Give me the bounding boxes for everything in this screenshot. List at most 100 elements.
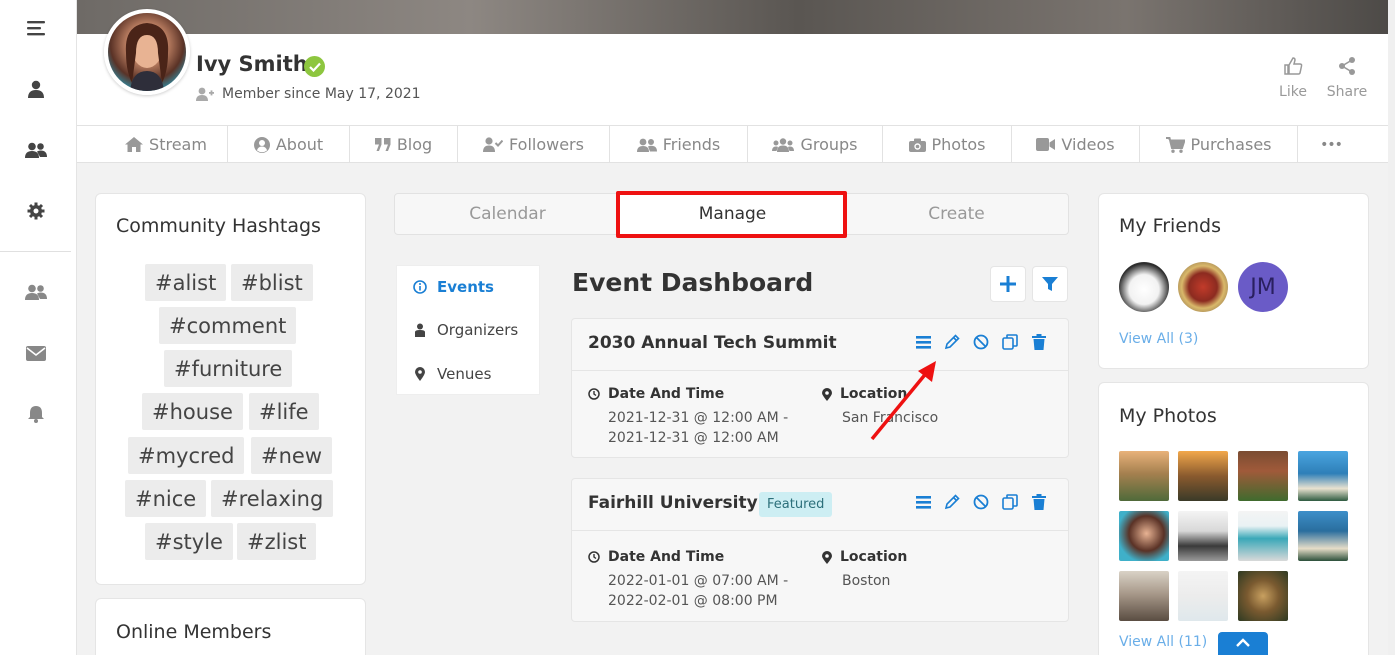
hashtag-zlist[interactable]: #zlist — [237, 523, 317, 560]
scroll-to-top-button[interactable] — [1218, 632, 1268, 655]
hamburger-menu-icon[interactable] — [24, 16, 48, 40]
share-icon — [1339, 57, 1355, 75]
rail-divider — [0, 251, 71, 252]
photo-thumbnail[interactable] — [1119, 571, 1169, 621]
photo-thumbnail[interactable] — [1119, 511, 1169, 561]
event-date-start: 2022-01-01 @ 07:00 AM - — [608, 573, 789, 589]
verified-badge-icon — [304, 56, 325, 77]
hashtag-life[interactable]: #life — [249, 393, 319, 430]
tab-groups[interactable]: Groups — [748, 126, 883, 163]
event-card: 2030 Annual Tech Summit Date And Time 20… — [571, 318, 1069, 458]
hashtag-furniture[interactable]: #furniture — [164, 350, 293, 387]
user-plus-icon — [196, 87, 214, 101]
event-title[interactable]: 2030 Annual Tech Summit — [588, 333, 837, 353]
tab-photos[interactable]: Photos — [883, 126, 1012, 163]
hashtag-style[interactable]: #style — [145, 523, 233, 560]
tab-friends-label: Friends — [662, 135, 721, 154]
cancel-icon[interactable] — [972, 333, 990, 351]
event-date-block: Date And Time 2022-01-01 @ 07:00 AM - 20… — [588, 549, 788, 611]
hashtag-alist[interactable]: #alist — [145, 264, 227, 301]
friend-avatar[interactable] — [1119, 262, 1169, 312]
cart-icon — [1165, 136, 1185, 153]
bell-icon[interactable] — [24, 402, 48, 426]
list-icon[interactable] — [914, 493, 932, 511]
photo-thumbnail[interactable] — [1238, 571, 1288, 621]
hashtag-relaxing[interactable]: #relaxing — [211, 480, 334, 517]
trash-icon[interactable] — [1030, 333, 1048, 351]
copy-icon[interactable] — [1001, 493, 1019, 511]
quote-icon — [374, 138, 391, 151]
tab-create[interactable]: Create — [845, 194, 1068, 234]
hashtag-mycred[interactable]: #mycred — [128, 437, 245, 474]
user-check-icon — [483, 137, 504, 152]
tab-videos[interactable]: Videos — [1012, 126, 1140, 163]
friend-avatar-initials[interactable]: JM — [1238, 262, 1288, 312]
photos-view-all-link[interactable]: View All (11) — [1119, 634, 1207, 650]
featured-badge: Featured — [759, 492, 833, 517]
tab-groups-label: Groups — [800, 135, 858, 154]
highlight-annotation-box — [616, 191, 847, 238]
profile-avatar[interactable] — [104, 9, 190, 95]
more-icon: ••• — [1320, 136, 1343, 153]
photo-thumbnail[interactable] — [1119, 451, 1169, 501]
friends-icon — [636, 138, 657, 152]
tab-followers[interactable]: Followers — [458, 126, 610, 163]
tab-calendar[interactable]: Calendar — [395, 194, 620, 234]
event-title[interactable]: Fairhill University — [588, 493, 758, 513]
photo-thumbnail[interactable] — [1178, 511, 1228, 561]
tab-friends[interactable]: Friends — [610, 126, 748, 163]
envelope-icon[interactable] — [24, 341, 48, 365]
like-button[interactable]: Like — [1268, 54, 1318, 100]
menu-events[interactable]: Events — [413, 278, 494, 296]
location-pin-icon — [822, 550, 832, 564]
user-icon[interactable] — [24, 77, 48, 101]
members-icon[interactable] — [24, 280, 48, 304]
profile-tabs: Stream About Blog Followers Friends Grou… — [77, 125, 1388, 163]
tab-blog[interactable]: Blog — [350, 126, 458, 163]
friend-avatar[interactable] — [1178, 262, 1228, 312]
edit-pencil-icon[interactable] — [943, 493, 961, 511]
event-date-end: 2021-12-31 @ 12:00 AM — [608, 430, 779, 446]
event-location: Boston — [842, 573, 891, 589]
photo-thumbnail[interactable] — [1238, 511, 1288, 561]
photo-thumbnail[interactable] — [1238, 451, 1288, 501]
users-icon[interactable] — [24, 138, 48, 162]
trash-icon[interactable] — [1030, 493, 1048, 511]
edit-pencil-icon[interactable] — [943, 333, 961, 351]
gear-icon[interactable] — [24, 199, 48, 223]
add-event-button[interactable] — [990, 266, 1026, 302]
filter-icon — [1042, 277, 1058, 291]
copy-icon[interactable] — [1001, 333, 1019, 351]
cancel-icon[interactable] — [972, 493, 990, 511]
tab-more[interactable]: ••• — [1298, 126, 1364, 163]
share-button[interactable]: Share — [1322, 54, 1372, 100]
hashtag-new[interactable]: #new — [251, 437, 333, 474]
page-scrollbar[interactable] — [1388, 0, 1395, 655]
event-date-start: 2021-12-31 @ 12:00 AM - — [608, 410, 789, 426]
clock-icon — [588, 388, 600, 400]
thumbs-up-icon — [1284, 57, 1303, 75]
hashtag-blist[interactable]: #blist — [231, 264, 313, 301]
friends-view-all-link[interactable]: View All (3) — [1119, 331, 1198, 347]
photo-thumbnail[interactable] — [1298, 451, 1348, 501]
tab-about[interactable]: About — [228, 126, 350, 163]
tab-stream[interactable]: Stream — [105, 126, 228, 163]
hashtag-comment[interactable]: #comment — [159, 307, 297, 344]
online-members-card: Online Members — [95, 598, 366, 655]
menu-organizers[interactable]: Organizers — [413, 321, 518, 339]
photo-thumbnail[interactable] — [1178, 571, 1228, 621]
arrow-annotation-icon — [870, 361, 936, 441]
hashtag-house[interactable]: #house — [142, 393, 243, 430]
filter-button[interactable] — [1032, 266, 1068, 302]
hashtag-nice[interactable]: #nice — [125, 480, 207, 517]
photo-thumbnail[interactable] — [1298, 511, 1348, 561]
tab-purchases[interactable]: Purchases — [1140, 126, 1298, 163]
event-location-block: Location Boston — [822, 549, 907, 591]
menu-events-label: Events — [437, 278, 494, 296]
photo-thumbnail[interactable] — [1178, 451, 1228, 501]
list-icon[interactable] — [914, 333, 932, 351]
organizer-icon — [415, 323, 425, 337]
menu-venues[interactable]: Venues — [413, 365, 491, 383]
groups-icon — [772, 137, 795, 152]
video-icon — [1036, 138, 1056, 151]
